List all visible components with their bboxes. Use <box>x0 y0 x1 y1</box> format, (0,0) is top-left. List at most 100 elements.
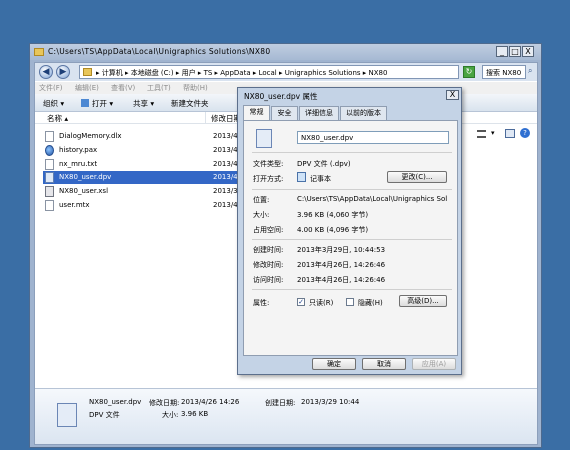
readonly-checkbox[interactable]: ✓ <box>297 298 305 306</box>
refresh-icon[interactable]: ↻ <box>463 66 475 78</box>
divider <box>252 189 452 190</box>
hidden-checkbox[interactable] <box>346 298 354 306</box>
divider <box>252 152 452 153</box>
file-name: NX80_user.dpv <box>59 173 112 181</box>
back-button[interactable]: ◀ <box>39 65 53 79</box>
readonly-label: 只读(R) <box>309 299 334 307</box>
folder-icon <box>83 68 92 76</box>
column-divider[interactable] <box>205 112 206 124</box>
divider <box>252 289 452 290</box>
dpv-file-icon <box>256 129 272 148</box>
close-button[interactable]: X <box>522 46 534 57</box>
file-row[interactable]: DialogMemory.dlx 2013/4/2 <box>43 130 268 143</box>
type-label: 文件类型: <box>253 160 284 168</box>
size-value: 3.96 KB (4,060 字节) <box>297 211 369 219</box>
tab-details[interactable]: 详细信息 <box>299 106 339 120</box>
file-name: user.mtx <box>59 201 90 209</box>
search-icon[interactable]: ⌕ <box>528 66 537 76</box>
xsl-file-icon <box>45 186 54 197</box>
file-name: nx_mru.txt <box>59 160 98 168</box>
size-label: 大小: <box>253 211 270 219</box>
change-button[interactable]: 更改(C)... <box>387 171 447 183</box>
opens-with-value: 记事本 <box>310 175 331 183</box>
disk-size-value: 4.00 KB (4,096 字节) <box>297 226 369 234</box>
file-row[interactable]: user.mtx 2013/4/2 <box>43 199 268 212</box>
details-created-label: 创建日期: <box>265 399 296 407</box>
file-name: DialogMemory.dlx <box>59 132 122 140</box>
dialog-tabs: 常规 安全 详细信息 以前的版本 <box>243 105 458 120</box>
location-value: C:\Users\TS\AppData\Local\Unigraphics So… <box>297 195 448 203</box>
view-mode-icon[interactable] <box>477 130 486 138</box>
dpv-file-icon <box>57 403 77 427</box>
column-name[interactable]: 名称 ▴ <box>47 113 68 124</box>
maximize-button[interactable]: □ <box>509 46 521 57</box>
folder-icon <box>34 48 44 56</box>
file-name: history.pax <box>59 146 98 154</box>
accessed-value: 2013年4月26日, 14:26:46 <box>297 276 386 284</box>
cancel-button[interactable]: 取消 <box>362 358 406 370</box>
details-pane: NX80_user.dpv 修改日期: 2013/4/26 14:26 创建日期… <box>35 388 537 444</box>
web-file-icon <box>45 145 54 156</box>
open-button[interactable]: 打开 ▾ <box>81 98 113 109</box>
file-row[interactable]: history.pax 2013/4/2 <box>43 144 268 157</box>
modified-label: 修改时间: <box>253 261 284 269</box>
menu-view[interactable]: 查看(V) <box>111 83 135 93</box>
file-name: NX80_user.xsl <box>59 187 109 195</box>
chevron-down-icon[interactable]: ▾ <box>491 129 495 137</box>
menu-tools[interactable]: 工具(T) <box>147 83 171 93</box>
share-button[interactable]: 共享 ▾ <box>133 98 154 109</box>
file-row-selected[interactable]: NX80_user.dpv 2013/4/2 <box>43 171 268 184</box>
accessed-label: 访问时间: <box>253 276 284 284</box>
help-icon[interactable]: ? <box>520 128 530 138</box>
address-row: ◀ ▶ ▸ 计算机 ▸ 本地磁盘 (C:) ▸ 用户 ▸ TS ▸ AppDat… <box>35 63 537 81</box>
view-options: ▾ ? <box>475 125 535 143</box>
details-size: 3.96 KB <box>181 410 209 418</box>
text-file-icon <box>45 159 54 170</box>
details-type: DPV 文件 <box>89 411 120 419</box>
new-folder-button[interactable]: 新建文件夹 <box>171 98 209 109</box>
search-placeholder: 搜索 NX80 <box>486 69 522 77</box>
created-value: 2013年3月29日, 10:44:53 <box>297 246 386 254</box>
search-input[interactable]: 搜索 NX80 <box>482 65 526 79</box>
file-row[interactable]: nx_mru.txt 2013/4/2 <box>43 158 268 171</box>
created-label: 创建时间: <box>253 246 284 254</box>
filename-field[interactable]: NX80_user.dpv <box>297 131 449 144</box>
advanced-button[interactable]: 高级(D)... <box>399 295 447 307</box>
menu-help[interactable]: 帮助(H) <box>183 83 208 93</box>
tab-security[interactable]: 安全 <box>271 106 298 120</box>
dialog-body: NX80_user.dpv 文件类型: DPV 文件 (.dpv) 打开方式: … <box>243 120 458 356</box>
modified-value: 2013年4月26日, 14:26:46 <box>297 261 386 269</box>
details-modified-label: 修改日期: <box>149 399 180 407</box>
file-row[interactable]: NX80_user.xsl 2013/3/2 <box>43 185 268 198</box>
disk-size-label: 占用空间: <box>253 226 284 234</box>
apply-button[interactable]: 应用(A) <box>412 358 456 370</box>
tab-general[interactable]: 常规 <box>243 105 270 120</box>
type-value: DPV 文件 (.dpv) <box>297 160 351 168</box>
open-icon <box>81 99 89 107</box>
properties-dialog: NX80_user.dpv 属性 X 常规 安全 详细信息 以前的版本 NX80… <box>237 87 462 375</box>
opens-with-label: 打开方式: <box>253 175 284 183</box>
menu-edit[interactable]: 编辑(E) <box>75 83 99 93</box>
column-name-label: 名称 <box>47 114 62 123</box>
divider <box>252 239 452 240</box>
dialog-title: NX80_user.dpv 属性 <box>244 92 318 101</box>
menu-file[interactable]: 文件(F) <box>39 83 63 93</box>
forward-button[interactable]: ▶ <box>56 65 70 79</box>
tab-previous-versions[interactable]: 以前的版本 <box>340 106 387 120</box>
details-filename: NX80_user.dpv <box>89 398 142 406</box>
minimize-button[interactable]: _ <box>496 46 508 57</box>
preview-pane-icon[interactable] <box>505 129 515 138</box>
dialog-close-button[interactable]: X <box>446 90 459 100</box>
file-icon <box>45 131 54 142</box>
address-bar[interactable]: ▸ 计算机 ▸ 本地磁盘 (C:) ▸ 用户 ▸ TS ▸ AppData ▸ … <box>79 65 459 79</box>
details-created: 2013/3/29 10:44 <box>301 398 360 406</box>
address-path: ▸ 计算机 ▸ 本地磁盘 (C:) ▸ 用户 ▸ TS ▸ AppData ▸ … <box>96 69 388 77</box>
organize-button[interactable]: 组织 ▾ <box>43 98 64 109</box>
explorer-titlebar[interactable]: C:\Users\TS\AppData\Local\Unigraphics So… <box>30 44 541 60</box>
ok-button[interactable]: 确定 <box>312 358 356 370</box>
details-size-label: 大小: <box>162 411 179 419</box>
window-title: C:\Users\TS\AppData\Local\Unigraphics So… <box>48 47 271 56</box>
details-modified: 2013/4/26 14:26 <box>181 398 240 406</box>
sort-arrow-icon: ▴ <box>64 114 69 123</box>
dpv-file-icon <box>45 172 54 183</box>
